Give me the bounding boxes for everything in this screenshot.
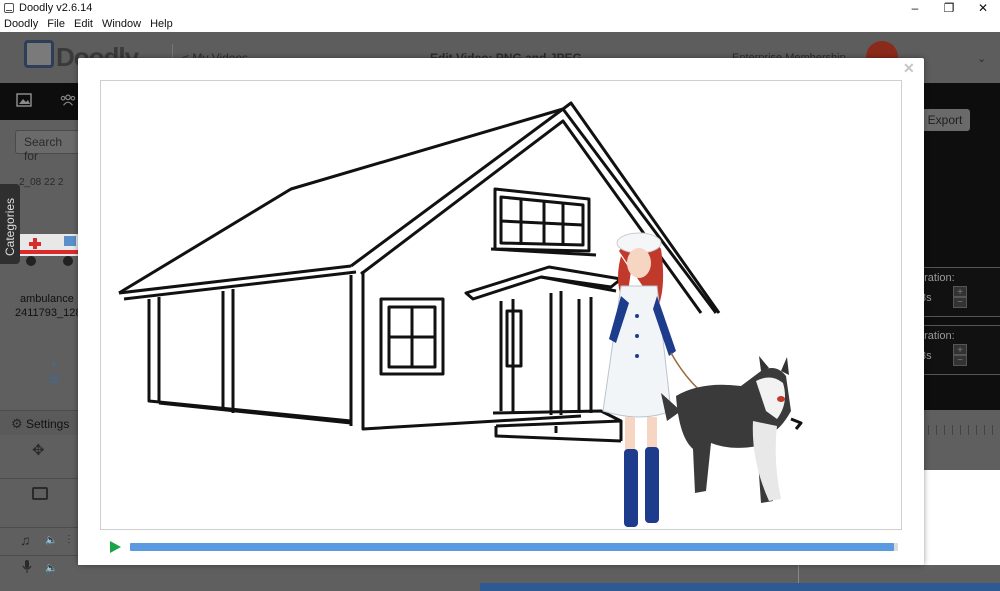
- ambulance-asset-thumbnail[interactable]: [20, 232, 78, 268]
- export-button[interactable]: Export: [920, 109, 970, 131]
- microphone-icon: [22, 560, 32, 573]
- window-title: Doodly v2.6.14: [19, 1, 93, 14]
- timeline-area: [924, 410, 1000, 470]
- close-icon[interactable]: ✕: [903, 60, 915, 77]
- categories-tab-label: Categories: [3, 197, 17, 256]
- move-icon[interactable]: ✥: [32, 441, 45, 459]
- video-preview-canvas: [100, 80, 902, 530]
- settings-panel-header[interactable]: ⚙ Settings: [0, 410, 78, 435]
- music-more-icon[interactable]: ⋮: [64, 534, 74, 545]
- settings-label: Settings: [26, 417, 70, 431]
- duration-increase-button[interactable]: +: [953, 286, 967, 298]
- categories-tab[interactable]: Categories: [0, 184, 20, 264]
- characters-icon[interactable]: [60, 93, 76, 107]
- duration-increase-button[interactable]: +: [953, 344, 967, 356]
- track-divider: [798, 565, 799, 585]
- phone-icon: ☏: [47, 372, 63, 386]
- timeline-ruler[interactable]: [928, 425, 1000, 435]
- asset-search-input[interactable]: Search for: [15, 130, 85, 163]
- house-girl-dog-scene: [118, 101, 803, 527]
- menu-file[interactable]: File: [47, 18, 65, 30]
- timeline-scrollbar[interactable]: [480, 583, 1000, 591]
- menu-doodly[interactable]: Doodly: [4, 18, 38, 30]
- scroll-indicator: [53, 363, 55, 366]
- gear-icon: ⚙: [11, 416, 23, 431]
- app-logo-icon: [4, 2, 14, 13]
- logo-mark-icon: [24, 40, 54, 68]
- minimize-button[interactable]: –: [898, 0, 932, 15]
- asset-label-id: 2411793_128: [15, 307, 82, 319]
- image-track-icon: [32, 487, 48, 500]
- menu-bar: Doodly File Edit Window Help: [0, 15, 1000, 32]
- playback-progress-fill: [130, 543, 895, 551]
- voice-track-row: [0, 555, 78, 583]
- window-titlebar: Doodly v2.6.14 – ❐ ✕: [0, 0, 1000, 15]
- asset-filename-strip: 2_08 22 2: [19, 177, 64, 188]
- image-library-icon[interactable]: [16, 93, 32, 107]
- menu-help[interactable]: Help: [150, 18, 173, 30]
- voice-volume-icon[interactable]: 🔈: [45, 563, 57, 574]
- restore-button[interactable]: ❐: [932, 0, 966, 15]
- menu-edit[interactable]: Edit: [74, 18, 93, 30]
- music-note-icon: ♫: [20, 532, 31, 548]
- asset-label-name: ambulance: [20, 293, 74, 305]
- chevron-down-icon[interactable]: ⌄: [977, 52, 986, 65]
- close-window-button[interactable]: ✕: [966, 0, 1000, 15]
- menu-window[interactable]: Window: [102, 18, 141, 30]
- playback-progress-bar[interactable]: [130, 543, 898, 551]
- husky-dog: [661, 356, 791, 503]
- play-icon[interactable]: [108, 540, 122, 554]
- duration-decrease-button[interactable]: −: [953, 297, 967, 308]
- music-volume-icon[interactable]: 🔈: [45, 535, 57, 546]
- window-controls: – ❐ ✕: [898, 0, 1000, 15]
- duration-decrease-button[interactable]: −: [953, 355, 967, 366]
